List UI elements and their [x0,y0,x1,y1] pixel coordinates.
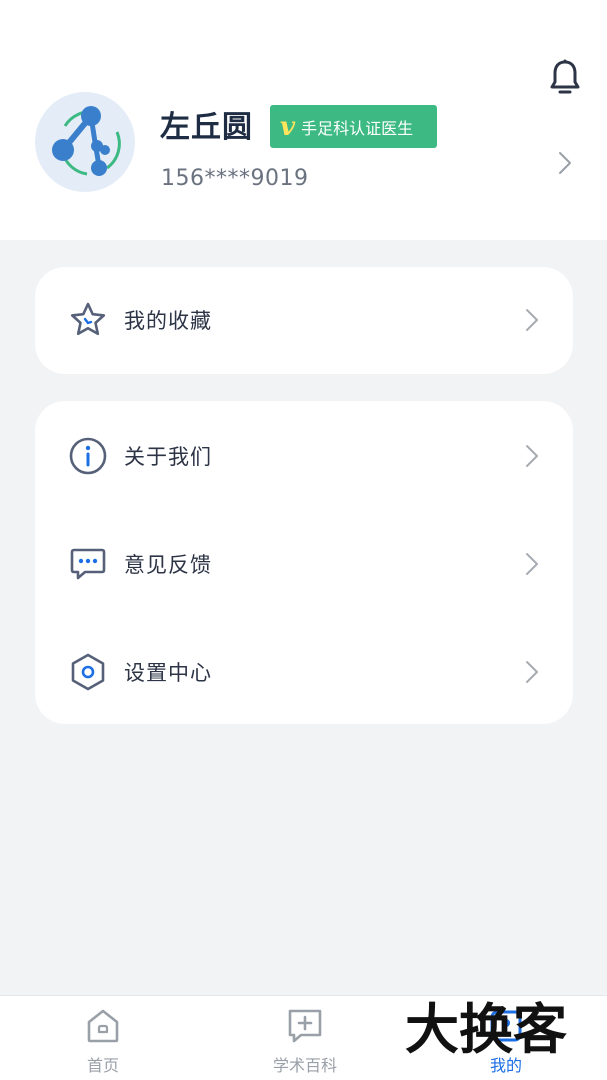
avatar[interactable] [35,92,135,192]
chevron-right-icon [526,445,538,467]
settings-card: 关于我们 意见反馈 设置中心 [35,401,573,724]
chat-bubble-icon [70,548,106,580]
profile-page: 左丘圆 v 手足科认证医生 156****9019 我的收藏 关于我们 意见反馈… [0,0,607,1080]
menu-item-label: 关于我们 [124,445,212,469]
home-icon [87,1009,119,1043]
menu-item-label: 设置中心 [124,661,212,685]
add-note-icon [288,1009,322,1043]
menu-item-label: 意见反馈 [124,553,212,577]
certified-doctor-badge: v 手足科认证医生 [270,105,437,148]
nav-tab-academic[interactable]: 学术百科 [245,996,365,1080]
chevron-right-icon [526,661,538,683]
menu-item-favorites[interactable]: 我的收藏 [35,275,573,365]
menu-item-label: 我的收藏 [124,309,212,333]
watermark-text: 大换客 [405,998,567,1058]
nav-label-academic: 学术百科 [272,1056,337,1075]
badge-label: 手足科认证医生 [301,118,414,138]
star-icon [70,302,106,336]
settings-hexagon-icon [71,653,105,691]
bell-icon[interactable] [547,58,583,98]
watermark-logo: 大换客 [405,998,567,1058]
avatar-logo-icon [52,106,121,176]
verified-v-icon: v [280,111,296,142]
menu-item-feedback[interactable]: 意见反馈 [35,519,573,609]
menu-item-about[interactable]: 关于我们 [35,411,573,501]
profile-chevron-right-icon[interactable] [555,148,575,178]
nav-tab-home[interactable]: 首页 [43,996,163,1080]
favorites-card: 我的收藏 [35,267,573,374]
profile-header: 左丘圆 v 手足科认证医生 156****9019 [0,0,607,240]
nav-label-home: 首页 [86,1056,119,1075]
info-icon [69,437,107,475]
phone-number: 156****9019 [161,166,309,191]
user-name: 左丘圆 [160,110,253,145]
chevron-right-icon [526,309,538,331]
menu-item-settings[interactable]: 设置中心 [35,627,573,717]
chevron-right-icon [526,553,538,575]
